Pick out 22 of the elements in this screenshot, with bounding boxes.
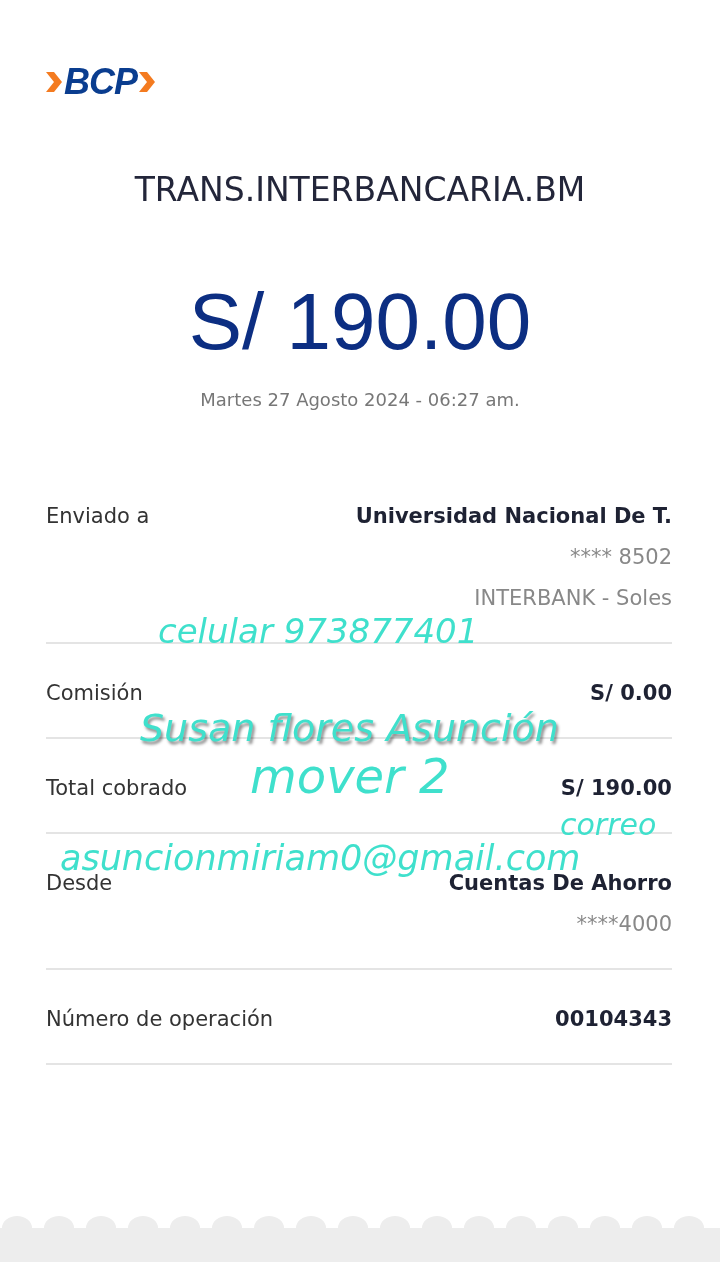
row-value: S/ 190.00 [560, 775, 672, 802]
transaction-title: TRANS.INTERBANCARIA.BM [133, 169, 587, 211]
row-value: 00104343 [555, 1006, 672, 1033]
row-value: **** 8502 [569, 544, 672, 571]
chevron-icon [137, 69, 157, 95]
date-time: Martes 27 Agosto 2024 - 06:27 am. [199, 388, 521, 412]
row-label: Comisión [46, 680, 143, 707]
handwritten-note: mover 2 [250, 752, 450, 800]
handwritten-note: celular 973877401 [158, 614, 479, 648]
row-label: Número de operación [46, 1006, 274, 1033]
row-value: ****4000 [576, 911, 672, 938]
row-value: INTERBANK - Soles [474, 585, 672, 612]
amount: S/ 190.00 [187, 276, 533, 368]
row-label: Total cobrado [46, 775, 188, 802]
handwritten-note: Susan flores Asunción [140, 709, 559, 747]
row-label: Enviado a [46, 503, 150, 530]
handwritten-note: correo [560, 810, 657, 840]
chevron-icon [44, 69, 64, 95]
row-value: Universidad Nacional De T. [355, 503, 672, 530]
handwritten-note: asuncionmiriam0@gmail.com [60, 841, 581, 876]
row-value: S/ 0.00 [590, 680, 672, 707]
logo-text: BCP [64, 62, 137, 102]
